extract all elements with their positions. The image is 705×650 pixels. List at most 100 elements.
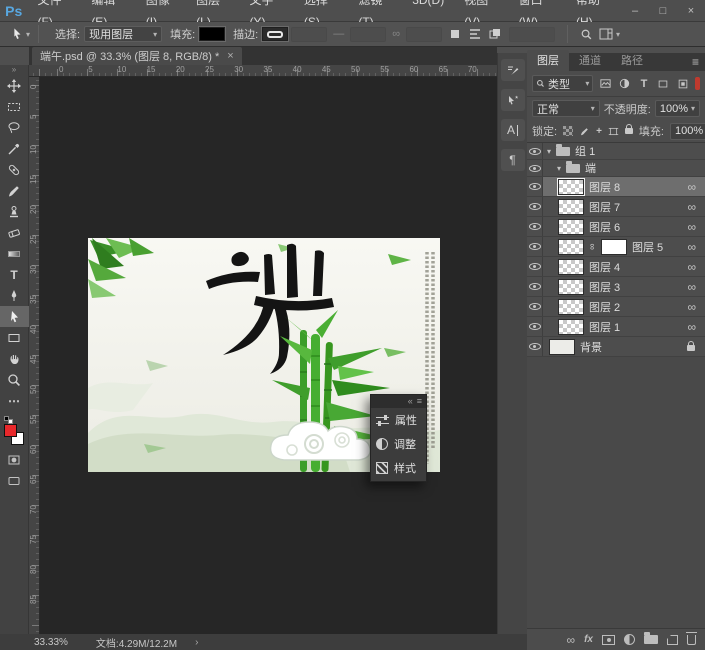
visibility-toggle[interactable] [527,197,543,216]
path-selection-tool[interactable] [0,306,29,327]
path-operations-button[interactable] [445,25,465,43]
adjustment-layer-filter-icon[interactable] [618,76,632,92]
lock-artboard-icon[interactable] [608,125,619,138]
current-tool-icon[interactable]: ▾ [10,27,30,41]
layer-row-layer7[interactable]: 图层 7 ∞ [527,197,705,217]
select-scope-dropdown[interactable]: 现用图层 ▾ [84,26,163,42]
visibility-toggle[interactable] [527,237,543,256]
expand-panels-icon[interactable]: « [408,395,413,408]
eraser-tool[interactable] [0,222,29,243]
path-arrangement-button[interactable] [485,25,505,43]
smart-object-filter-icon[interactable] [675,76,689,92]
mask-link-icon[interactable]: ∞ [588,243,598,250]
edit-toolbar-ellipsis-icon[interactable]: ⋯ [0,390,29,411]
layer-style-button[interactable]: fx [584,634,593,645]
layer-row-layer3[interactable]: 图层 3 ∞ [527,277,705,297]
layer-row-group-duan[interactable]: ▾ 端 [527,160,705,177]
fill-field[interactable]: 100% ▾ [669,122,705,140]
character-panel-icon[interactable]: A [500,119,525,141]
visibility-toggle[interactable] [527,257,543,276]
minimize-button[interactable]: – [621,1,649,21]
layer-thumbnail[interactable] [558,218,584,235]
path-alignment-button[interactable] [465,25,485,43]
layer-row-layer4[interactable]: 图层 4 ∞ [527,257,705,277]
link-layers-button[interactable]: ∞ [567,633,576,647]
pixel-layer-filter-icon[interactable] [598,76,612,92]
opacity-field[interactable]: 100% ▾ [654,100,700,117]
visibility-toggle[interactable] [527,160,543,176]
adjustments-panel-button[interactable]: 调整 [371,432,426,456]
layer-row-layer8[interactable]: 图层 8 ∞ [527,177,705,197]
search-icon[interactable] [576,25,596,43]
brush-tool[interactable] [0,180,29,201]
marquee-tool[interactable] [0,96,29,117]
panel-tab[interactable]: 通道 [569,50,611,71]
panel-menu-icon[interactable]: ≡ [686,55,705,71]
layer-row-background[interactable]: 背景 [527,337,705,357]
lock-all-icon[interactable] [624,124,633,138]
layer-thumbnail[interactable] [558,198,584,215]
layer-thumbnail[interactable] [558,278,584,295]
layer-row-layer1[interactable]: 图层 1 ∞ [527,317,705,337]
pen-tool[interactable] [0,285,29,306]
paragraph-panel-icon[interactable]: ¶ [500,149,525,171]
filter-kind-dropdown[interactable]: 类型 ▾ [532,75,594,92]
screen-mode-button[interactable] [0,470,29,491]
visibility-toggle[interactable] [527,217,543,236]
workspace-switcher-icon[interactable] [596,25,616,43]
layer-row-layer2[interactable]: 图层 2 ∞ [527,297,705,317]
healing-brush-tool[interactable] [0,159,29,180]
tool-presets-panel-icon[interactable] [500,89,525,111]
gradient-tool[interactable] [0,243,29,264]
panel-tab[interactable]: 图层 [527,50,569,71]
layer-thumbnail[interactable] [558,238,584,255]
eyedropper-tool[interactable] [0,138,29,159]
maximize-button[interactable]: □ [649,1,677,21]
group-expand-caret[interactable]: ▾ [557,164,561,173]
status-options-arrow[interactable]: › [195,637,198,648]
tab-close-icon[interactable]: × [227,50,233,62]
toolbar-collapse-icon[interactable]: » [12,65,16,75]
foreground-color-swatch[interactable] [3,424,17,437]
visibility-toggle[interactable] [527,143,543,159]
layer-thumbnail[interactable] [549,338,575,355]
zoom-tool[interactable] [0,369,29,390]
delete-layer-button[interactable] [686,631,697,645]
type-tool[interactable]: T [0,264,29,285]
add-mask-button[interactable] [602,634,615,645]
group-expand-caret[interactable]: ▾ [547,147,551,156]
shape-tool[interactable] [0,327,29,348]
layer-thumbnail[interactable] [557,177,585,196]
canvas-pasteboard[interactable]: 端午 [40,77,497,634]
brush-settings-panel-icon[interactable] [500,59,525,81]
layer-thumbnail[interactable] [558,258,584,275]
visibility-toggle[interactable] [527,337,543,356]
clone-stamp-tool[interactable] [0,201,29,222]
layer-thumbnail[interactable] [558,318,584,335]
layer-row-group1[interactable]: ▾ 组 1 [527,143,705,160]
hand-tool[interactable] [0,348,29,369]
visibility-toggle[interactable] [527,177,543,196]
stroke-swatch[interactable] [261,26,290,42]
blend-mode-dropdown[interactable]: 正常 ▾ [532,100,600,117]
close-button[interactable]: × [677,1,705,21]
type-layer-filter-icon[interactable]: T [637,76,651,92]
shape-layer-filter-icon[interactable] [656,76,670,92]
panel-group-menu-icon[interactable]: ≡ [417,395,422,408]
quick-mask-button[interactable] [0,449,29,470]
layer-mask-thumbnail[interactable] [601,238,627,255]
layer-row-layer5[interactable]: ∞ 图层 5 ∞ [527,237,705,257]
fill-swatch[interactable] [198,26,227,42]
move-tool[interactable] [0,75,29,96]
lasso-tool[interactable] [0,117,29,138]
layer-row-layer6[interactable]: 图层 6 ∞ [527,217,705,237]
new-layer-button[interactable] [667,634,678,645]
adjustment-layer-button[interactable] [624,634,635,645]
lock-position-icon[interactable]: + [596,125,602,138]
layer-filtering-toggle[interactable] [694,77,701,90]
visibility-toggle[interactable] [527,317,543,336]
properties-panel-button[interactable]: 属性 [371,408,426,432]
visibility-toggle[interactable] [527,277,543,296]
document-tab[interactable]: 端午.psd @ 33.3% (图层 8, RGB/8) * × [32,47,242,65]
layer-thumbnail[interactable] [558,298,584,315]
